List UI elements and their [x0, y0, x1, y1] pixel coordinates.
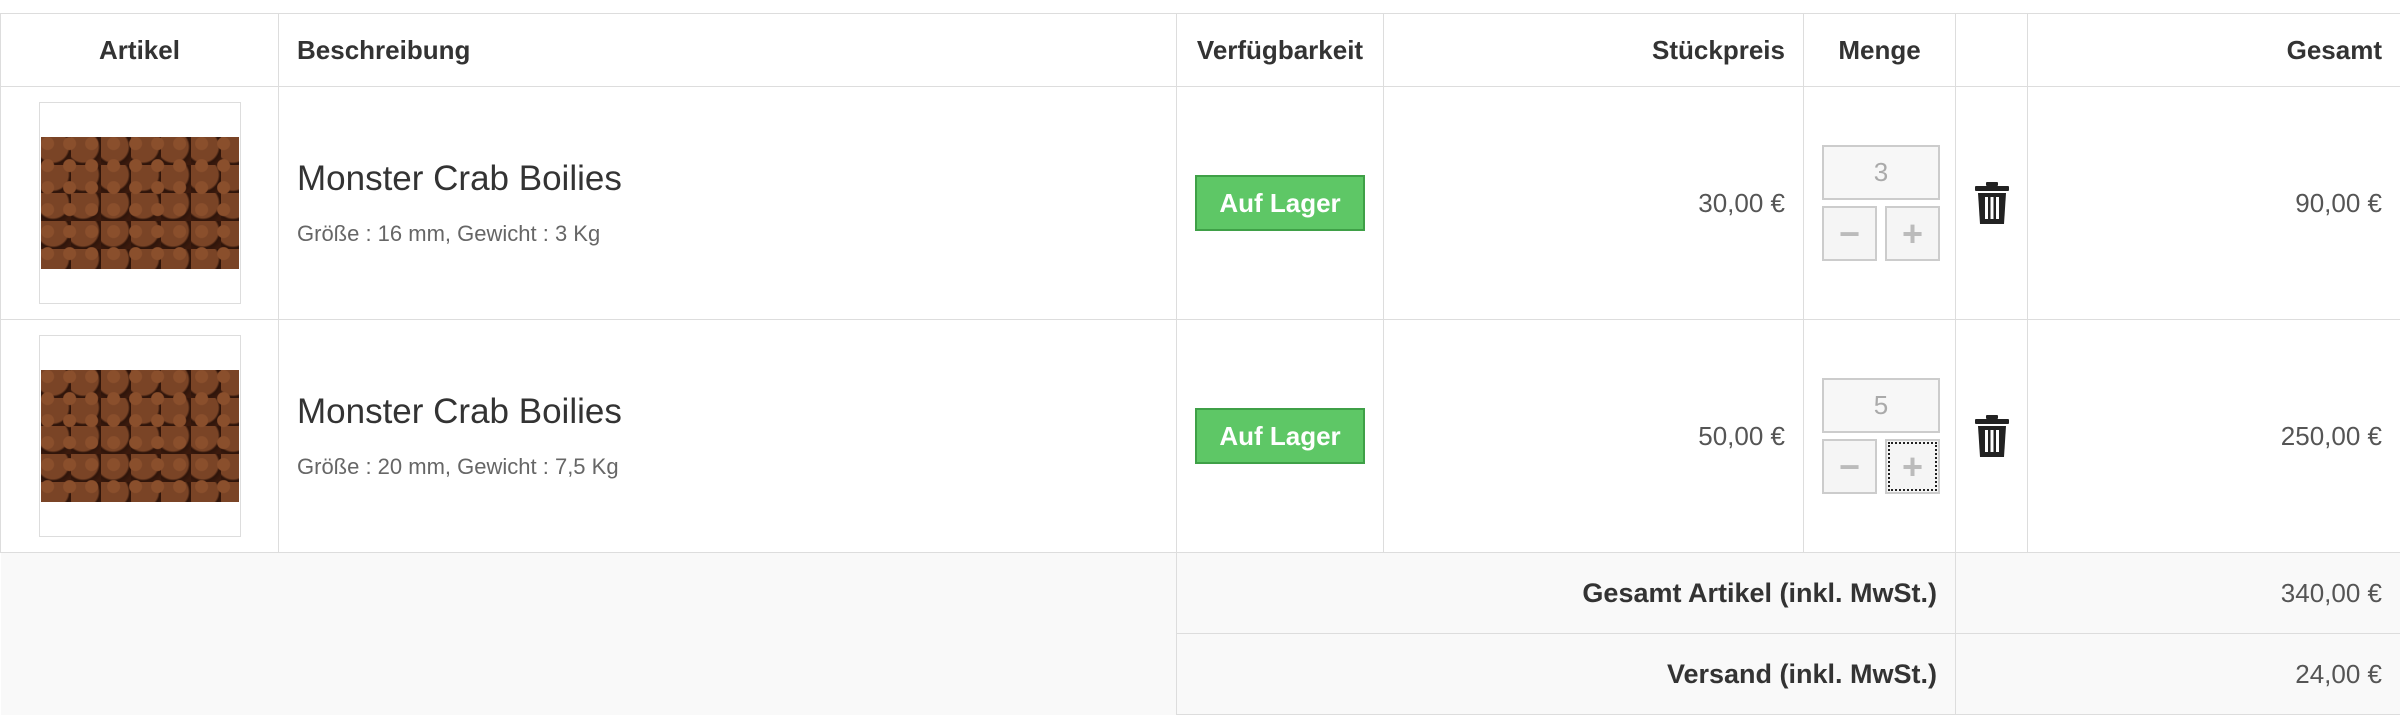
quantity-cell: 3 − + [1803, 86, 1956, 320]
availability-cell: Auf Lager [1176, 86, 1384, 320]
col-header-stueckpreis: Stückpreis [1383, 13, 1804, 87]
trash-icon [1974, 182, 2009, 224]
col-header-aktion [1955, 13, 2028, 87]
product-name[interactable]: Monster Crab Boilies [297, 392, 1158, 432]
col-header-artikel: Artikel [0, 13, 279, 87]
delete-cell [1955, 86, 2028, 320]
product-variant: Größe : 20 mm, Gewicht : 7,5 Kg [297, 454, 619, 479]
summary-row-articles: Gesamt Artikel (inkl. MwSt.) 340,00 € [0, 552, 2400, 715]
increase-quantity-button[interactable]: + [1885, 439, 1940, 494]
quantity-stepper: 3 − + [1822, 145, 1940, 261]
delete-cell [1955, 319, 2028, 553]
unit-price-cell: 50,00 € [1383, 319, 1804, 553]
line-total-cell: 90,00 € [2027, 86, 2400, 320]
quantity-cell: 5 − + [1803, 319, 1956, 553]
product-description-cell: Monster Crab Boilies Größe : 16 mm, Gewi… [278, 86, 1177, 320]
product-thumbnail[interactable] [38, 335, 241, 537]
product-thumbnail[interactable] [38, 102, 241, 304]
trash-icon [1974, 415, 2009, 457]
plus-icon: + [1901, 445, 1924, 487]
product-description-cell: Monster Crab Boilies Größe : 20 mm, Gewi… [278, 319, 1177, 553]
product-name[interactable]: Monster Crab Boilies [297, 159, 1158, 199]
decrease-quantity-button[interactable]: − [1822, 439, 1877, 494]
cart-item-row: Monster Crab Boilies Größe : 16 mm, Gewi… [0, 86, 2400, 320]
quantity-input[interactable]: 3 [1822, 145, 1940, 200]
product-variant: Größe : 16 mm, Gewicht : 3 Kg [297, 221, 601, 246]
decrease-quantity-button[interactable]: − [1822, 206, 1877, 261]
col-header-gesamt: Gesamt [2027, 13, 2400, 87]
minus-icon: − [1838, 445, 1861, 487]
summary-shipping-label: Versand (inkl. MwSt.) [1666, 658, 1937, 689]
availability-badge: Auf Lager [1195, 175, 1365, 231]
quantity-input[interactable]: 5 [1822, 378, 1940, 433]
summary-shipping-value: 24,00 € [2295, 658, 2382, 689]
delete-item-button[interactable] [1974, 182, 2009, 224]
minus-icon: − [1838, 212, 1861, 254]
boilies-image [40, 370, 239, 502]
quantity-stepper: 5 − + [1822, 378, 1940, 494]
unit-price-cell: 30,00 € [1383, 86, 1804, 320]
line-total-cell: 250,00 € [2027, 319, 2400, 553]
cart-item-row: Monster Crab Boilies Größe : 20 mm, Gewi… [0, 319, 2400, 553]
summary-shipping-value-cell: 24,00 € [1955, 633, 2400, 715]
summary-articles-value: 340,00 € [2280, 577, 2382, 608]
header-row: Artikel Beschreibung Verfügbarkeit Stück… [0, 13, 2400, 87]
unit-price: 50,00 € [1698, 420, 1785, 451]
product-image-cell [0, 319, 279, 553]
summary-shipping-label-cell: Versand (inkl. MwSt.) [1176, 633, 1956, 715]
summary-spacer [0, 552, 1177, 715]
cart-table: Artikel Beschreibung Verfügbarkeit Stück… [0, 13, 2400, 715]
increase-quantity-button[interactable]: + [1885, 206, 1940, 261]
line-total: 250,00 € [2280, 420, 2382, 451]
product-image-cell [0, 86, 279, 320]
boilies-image [40, 137, 239, 269]
unit-price: 30,00 € [1698, 187, 1785, 218]
col-header-beschreibung: Beschreibung [278, 13, 1177, 87]
delete-item-button[interactable] [1974, 415, 2009, 457]
summary-articles-value-cell: 340,00 € [1955, 552, 2400, 634]
line-total: 90,00 € [2295, 187, 2382, 218]
col-header-menge: Menge [1803, 13, 1956, 87]
plus-icon: + [1901, 212, 1924, 254]
summary-articles-label-cell: Gesamt Artikel (inkl. MwSt.) [1176, 552, 1956, 634]
summary-articles-label: Gesamt Artikel (inkl. MwSt.) [1582, 577, 1937, 608]
availability-badge: Auf Lager [1195, 408, 1365, 464]
col-header-verfuegbarkeit: Verfügbarkeit [1176, 13, 1384, 87]
availability-cell: Auf Lager [1176, 319, 1384, 553]
